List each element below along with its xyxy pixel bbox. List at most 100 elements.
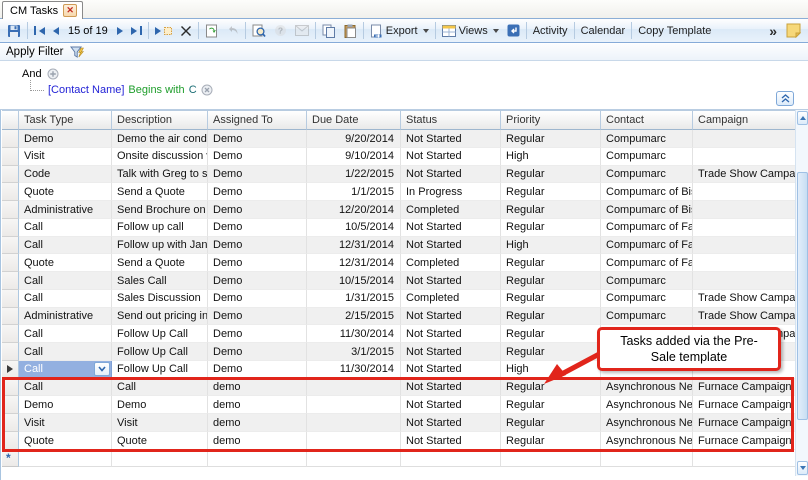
grid-cell-contact[interactable]: Compumarc of Fargo xyxy=(601,219,693,237)
row-selector[interactable] xyxy=(2,183,19,201)
grid-cell-task-type[interactable]: Call xyxy=(19,290,112,308)
grid-cell-contact[interactable]: Compumarc xyxy=(601,308,693,326)
grid-cell-description[interactable]: Send Brochure on u... xyxy=(112,201,208,219)
grid-cell-campaign[interactable] xyxy=(693,183,796,201)
grid-cell-priority[interactable]: High xyxy=(501,361,601,379)
grid-cell-description[interactable]: Call xyxy=(112,379,208,397)
mail-button[interactable] xyxy=(291,21,313,41)
grid-cell-description[interactable]: Demo the air conditi... xyxy=(112,130,208,148)
grid-cell-contact[interactable]: Compumarc xyxy=(601,166,693,184)
condition-value[interactable]: C xyxy=(189,84,197,96)
grid-cell-priority[interactable]: Regular xyxy=(501,308,601,326)
grid-cell-task-type[interactable]: Quote xyxy=(19,183,112,201)
collapse-filter-button[interactable] xyxy=(776,91,794,106)
last-record-button[interactable] xyxy=(127,21,146,41)
grid-cell-task-type[interactable]: Call xyxy=(19,361,112,379)
grid-cell-priority[interactable]: Regular xyxy=(501,432,601,450)
grid-cell-due-date[interactable] xyxy=(307,379,401,397)
grid-cell-empty[interactable] xyxy=(401,450,501,467)
grid-cell-description[interactable]: Follow Up Call xyxy=(112,325,208,343)
condition-operator[interactable]: Begins with xyxy=(128,84,184,96)
grid-cell-contact[interactable]: Compumarc xyxy=(601,130,693,148)
grid-cell-priority[interactable]: Regular xyxy=(501,166,601,184)
grid-cell-priority[interactable]: Regular xyxy=(501,201,601,219)
add-condition-icon[interactable] xyxy=(47,68,59,80)
apply-filter-bar[interactable]: Apply Filter xyxy=(0,44,808,61)
grid-cell-due-date[interactable] xyxy=(307,414,401,432)
grid-cell-assigned-to[interactable]: Demo xyxy=(208,148,307,166)
grid-cell-task-type[interactable]: Call xyxy=(19,343,112,361)
grid-cell-status[interactable]: Not Started xyxy=(401,148,501,166)
grid-cell-empty[interactable] xyxy=(601,450,693,467)
grid-cell-campaign[interactable] xyxy=(693,201,796,219)
filter-condition[interactable]: [Contact Name] Begins with C xyxy=(48,84,213,96)
row-selector[interactable] xyxy=(2,432,19,450)
grid-cell-status[interactable]: Completed xyxy=(401,201,501,219)
grid-cell-status[interactable]: Not Started xyxy=(401,130,501,148)
row-selector[interactable] xyxy=(2,130,19,148)
views-button[interactable]: Views xyxy=(438,21,503,41)
column-header[interactable]: Status xyxy=(401,110,501,130)
grid-cell-campaign[interactable]: Furnace Campaign xyxy=(693,379,796,397)
grid-cell-description[interactable]: Follow up with Jane xyxy=(112,237,208,255)
selector-header-cell[interactable] xyxy=(2,110,19,130)
grid-cell-description[interactable]: Talk with Greg to se... xyxy=(112,166,208,184)
grid-cell-task-type[interactable]: Call xyxy=(19,272,112,290)
export-button[interactable]: Export xyxy=(366,21,433,41)
grid-cell-due-date[interactable]: 11/30/2014 xyxy=(307,325,401,343)
grid-cell-due-date[interactable]: 11/30/2014 xyxy=(307,361,401,379)
grid-cell-priority[interactable]: Regular xyxy=(501,183,601,201)
row-selector[interactable] xyxy=(2,308,19,326)
grid-cell-task-type[interactable]: Call xyxy=(19,219,112,237)
grid-cell-contact[interactable]: Compumarc of Bism... xyxy=(601,183,693,201)
grid-cell-assigned-to[interactable]: Demo xyxy=(208,254,307,272)
grid-cell-contact[interactable]: Compumarc of Fargo xyxy=(601,254,693,272)
grid-cell-campaign[interactable] xyxy=(693,130,796,148)
grid-cell-assigned-to[interactable]: Demo xyxy=(208,325,307,343)
grid-cell-campaign[interactable] xyxy=(693,219,796,237)
grid-cell-empty[interactable] xyxy=(307,450,401,467)
vertical-scrollbar[interactable] xyxy=(795,110,808,476)
row-selector[interactable] xyxy=(2,272,19,290)
grid-cell-contact[interactable]: Asynchronous Netw... xyxy=(601,396,693,414)
grid-cell-status[interactable]: Not Started xyxy=(401,396,501,414)
grid-cell-status[interactable]: Not Started xyxy=(401,432,501,450)
tab-cm-tasks[interactable]: CM Tasks ✕ xyxy=(2,1,83,19)
grid-cell-campaign[interactable] xyxy=(693,237,796,255)
condition-field[interactable]: [Contact Name] xyxy=(48,84,124,96)
print-preview-button[interactable] xyxy=(248,21,270,41)
row-selector[interactable] xyxy=(2,343,19,361)
grid-cell-due-date[interactable] xyxy=(307,396,401,414)
grid-cell-priority[interactable]: High xyxy=(501,237,601,255)
grid-cell-assigned-to[interactable]: Demo xyxy=(208,308,307,326)
row-selector[interactable] xyxy=(2,237,19,255)
first-record-button[interactable] xyxy=(30,21,49,41)
grid-cell-campaign[interactable]: Trade Show Campaign xyxy=(693,166,796,184)
grid-cell-assigned-to[interactable]: Demo xyxy=(208,361,307,379)
grid-cell-description[interactable]: Demo xyxy=(112,396,208,414)
grid-cell-task-type[interactable]: Visit xyxy=(19,414,112,432)
grid-cell-priority[interactable]: Regular xyxy=(501,219,601,237)
row-selector[interactable] xyxy=(2,396,19,414)
grid-cell-contact[interactable]: Compumarc of Bism... xyxy=(601,201,693,219)
grid-cell-assigned-to[interactable]: demo xyxy=(208,379,307,397)
grid-cell-due-date[interactable]: 12/20/2014 xyxy=(307,201,401,219)
column-header[interactable]: Description xyxy=(112,110,208,130)
grid-cell-empty[interactable] xyxy=(208,450,307,467)
scrollbar-thumb[interactable] xyxy=(797,172,808,420)
grid-cell-status[interactable]: Completed xyxy=(401,290,501,308)
grid-cell-contact[interactable]: Compumarc of Fargo xyxy=(601,237,693,255)
grid-cell-description[interactable]: Quote xyxy=(112,432,208,450)
grid-cell-priority[interactable]: Regular xyxy=(501,379,601,397)
grid-cell-status[interactable]: Completed xyxy=(401,254,501,272)
grid-cell-campaign[interactable]: Trade Show Campaign xyxy=(693,290,796,308)
row-selector[interactable] xyxy=(2,219,19,237)
grid-cell-description[interactable]: Send out pricing info... xyxy=(112,308,208,326)
grid-cell-campaign[interactable]: Trade Show Campaign xyxy=(693,308,796,326)
grid-cell-due-date[interactable] xyxy=(307,432,401,450)
tab-close-icon[interactable]: ✕ xyxy=(63,4,77,17)
grid-cell-task-type[interactable]: Call xyxy=(19,325,112,343)
grid-cell-assigned-to[interactable]: demo xyxy=(208,432,307,450)
grid-cell-status[interactable]: Not Started xyxy=(401,308,501,326)
scroll-down-button[interactable] xyxy=(797,461,808,475)
